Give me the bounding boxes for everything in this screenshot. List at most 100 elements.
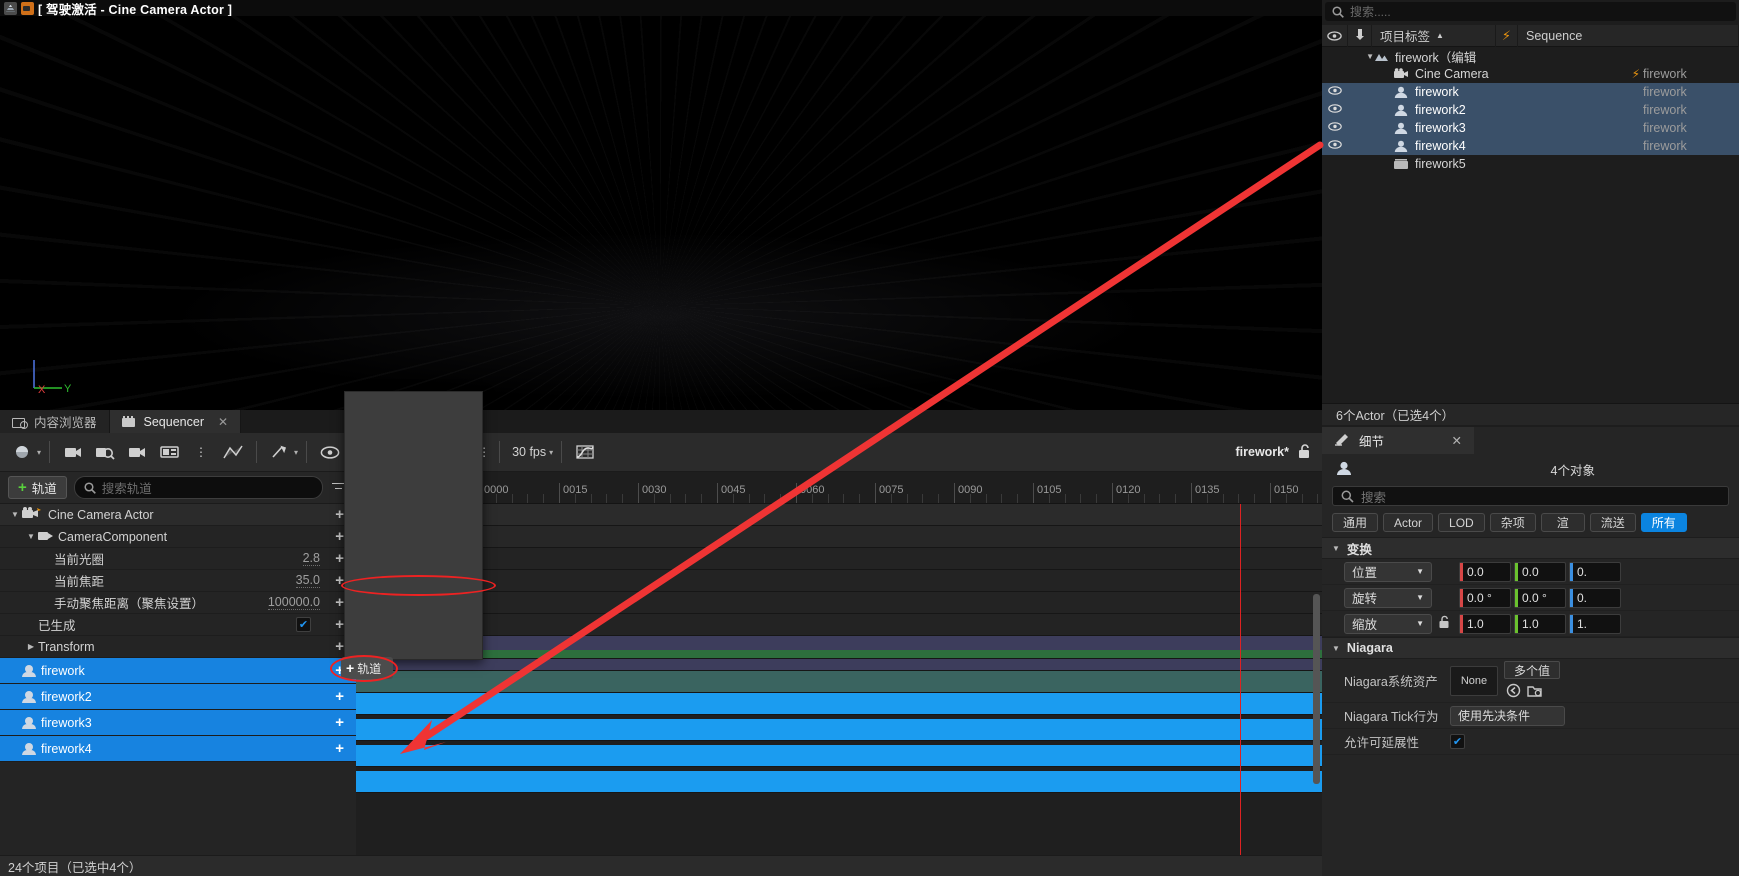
chevron-down-icon[interactable]: ▼ — [8, 510, 22, 519]
curve-editor-icon[interactable] — [218, 438, 248, 466]
transform-value-field[interactable]: 0. — [1569, 587, 1621, 608]
track-row-lane-firework3[interactable] — [356, 745, 1322, 767]
close-icon[interactable]: ✕ — [1452, 433, 1462, 448]
track-row[interactable]: ▼ Cine Camera Actor + — [0, 504, 356, 526]
section-niagara[interactable]: ▼ Niagara — [1322, 637, 1739, 659]
details-filter-杂项[interactable]: 杂项 — [1489, 513, 1536, 532]
multiple-values-badge[interactable]: 多个值 — [1504, 661, 1561, 679]
eye-icon[interactable] — [1322, 104, 1348, 116]
transform-value-field[interactable]: 1.0 — [1514, 613, 1566, 634]
add-track-plus-icon[interactable]: + — [335, 551, 344, 566]
transform-value-field[interactable]: 0. — [1569, 561, 1621, 582]
section-transform[interactable]: ▼ 变换 — [1322, 537, 1739, 559]
fps-selector[interactable]: 30 fps — [508, 445, 550, 459]
browse-back-icon[interactable] — [1504, 681, 1523, 700]
camera-cut-icon[interactable] — [122, 438, 152, 466]
render-movie-icon[interactable] — [154, 438, 184, 466]
transform-value-field[interactable]: 0.0 ° — [1514, 587, 1566, 608]
track-row[interactable]: ▼ CameraComponent + — [0, 526, 356, 548]
niagara-asset-thumbnail[interactable]: None — [1450, 665, 1498, 696]
details-filter-所有[interactable]: 所有 — [1640, 513, 1687, 532]
details-filter-流送[interactable]: 流送 — [1589, 513, 1636, 532]
column-lightning[interactable]: ⚡ — [1496, 24, 1518, 47]
playhead[interactable] — [1240, 504, 1241, 855]
outliner-row[interactable]: firework2 firework — [1322, 101, 1739, 119]
spawned-checkbox[interactable]: ✔ — [296, 617, 311, 632]
chevron-down-icon[interactable]: ▾ — [294, 448, 298, 457]
track-row-lane[interactable] — [356, 504, 1322, 526]
find-camera-icon[interactable] — [90, 438, 120, 466]
column-visibility[interactable] — [1322, 24, 1348, 47]
add-track-context-menu[interactable] — [344, 391, 483, 660]
eye-icon[interactable] — [1322, 122, 1348, 134]
close-icon[interactable]: ✕ — [218, 415, 228, 429]
tab-sequencer[interactable]: Sequencer ✕ — [109, 410, 242, 433]
track-row-lane[interactable] — [356, 548, 1322, 570]
key-interpolation-icon[interactable] — [265, 438, 295, 466]
level-viewport[interactable]: X Y — [0, 16, 1322, 410]
track-row-lane[interactable] — [356, 659, 1322, 671]
column-sequence[interactable]: Sequence — [1518, 24, 1739, 47]
track-row[interactable]: firework + — [0, 658, 356, 684]
track-value[interactable]: 100000.0 — [267, 595, 320, 610]
track-search-input[interactable]: 搜索轨道 — [73, 476, 323, 499]
outliner-row[interactable]: firework3 firework — [1322, 119, 1739, 137]
add-track-plus-icon[interactable]: + — [335, 715, 344, 730]
details-filter-通用[interactable]: 通用 — [1332, 513, 1379, 532]
add-track-button[interactable]: + 轨道 — [8, 476, 67, 499]
track-row[interactable]: firework4 + — [0, 736, 356, 762]
add-track-plus-icon[interactable]: + — [335, 639, 344, 654]
track-row-lane[interactable] — [356, 650, 1322, 659]
curve-channel-icon[interactable] — [570, 438, 600, 466]
transform-value-field[interactable]: 0.0 — [1514, 561, 1566, 582]
track-row[interactable]: 当前光圈 2.8 + — [0, 548, 356, 570]
track-row[interactable]: firework2 + — [0, 684, 356, 710]
tab-details[interactable]: 细节 ✕ — [1322, 427, 1474, 454]
add-track-plus-icon[interactable]: + — [335, 507, 344, 522]
track-row[interactable]: firework3 + — [0, 710, 356, 736]
track-row-lane-firework4[interactable] — [356, 771, 1322, 793]
eye-icon[interactable] — [1322, 86, 1348, 98]
track-row-lane-firework[interactable] — [356, 693, 1322, 715]
visibility-icon[interactable] — [315, 438, 345, 466]
track-timeline-area[interactable] — [356, 504, 1322, 855]
track-row-lane[interactable] — [356, 526, 1322, 548]
details-filter-渲[interactable]: 渲 — [1540, 513, 1585, 532]
unlock-icon[interactable] — [1297, 443, 1312, 462]
add-track-plus-icon[interactable]: + — [335, 689, 344, 704]
track-row[interactable]: 手动聚焦距离（聚焦设置） 100000.0 + — [0, 592, 356, 614]
details-filter-LOD[interactable]: LOD — [1438, 513, 1485, 532]
column-item-label[interactable]: 项目标签 ▲ — [1372, 24, 1496, 47]
outliner-row[interactable]: firework5 — [1322, 155, 1739, 173]
outliner-row[interactable]: firework firework — [1322, 83, 1739, 101]
outliner-row[interactable]: ▼ firework（编辑 — [1322, 47, 1739, 65]
timeline-vertical-scrollbar[interactable] — [1313, 594, 1320, 784]
lock-ratio-icon[interactable] — [1436, 615, 1452, 632]
chevron-right-icon[interactable]: ▶ — [24, 642, 38, 651]
add-track-plus-icon[interactable]: + — [335, 741, 344, 756]
outliner-search-input[interactable]: 搜索..... — [1325, 2, 1736, 21]
chevron-down-icon[interactable]: ▼ — [1366, 52, 1374, 61]
add-track-plus-icon[interactable]: + — [335, 617, 344, 632]
track-value[interactable]: 2.8 — [302, 551, 320, 566]
transform-value-field[interactable]: 1. — [1569, 613, 1621, 634]
transform-mode-dropdown[interactable]: 旋转 ▼ — [1344, 587, 1432, 608]
transform-value-field[interactable]: 0.0 — [1459, 561, 1511, 582]
chevron-down-icon[interactable]: ▾ — [37, 448, 41, 457]
track-row-lane-firework2[interactable] — [356, 719, 1322, 741]
column-pin[interactable] — [1348, 24, 1372, 47]
world-settings-icon[interactable] — [8, 438, 38, 466]
details-filter-Actor[interactable]: Actor — [1383, 513, 1434, 532]
track-row[interactable]: 当前焦距 35.0 + — [0, 570, 356, 592]
niagara-tick-behavior-dropdown[interactable]: 使用先决条件 — [1450, 705, 1565, 726]
browse-folder-icon[interactable] — [1525, 681, 1544, 700]
timeline-ruler[interactable]: 0000 0015 0030 0045 0060 0075 0090 0105 0120 0135… — [356, 472, 1322, 504]
transform-mode-dropdown[interactable]: 位置 ▼ — [1344, 561, 1432, 582]
track-row[interactable]: ▶ Transform + — [0, 636, 356, 658]
transform-mode-dropdown[interactable]: 缩放 ▼ — [1344, 613, 1432, 634]
track-value[interactable]: 35.0 — [295, 573, 320, 588]
details-search-input[interactable]: 搜索 — [1332, 486, 1729, 506]
transform-value-field[interactable]: 1.0 — [1459, 613, 1511, 634]
transform-value-field[interactable]: 0.0 ° — [1459, 587, 1511, 608]
add-track-plus-icon[interactable]: + — [335, 529, 344, 544]
